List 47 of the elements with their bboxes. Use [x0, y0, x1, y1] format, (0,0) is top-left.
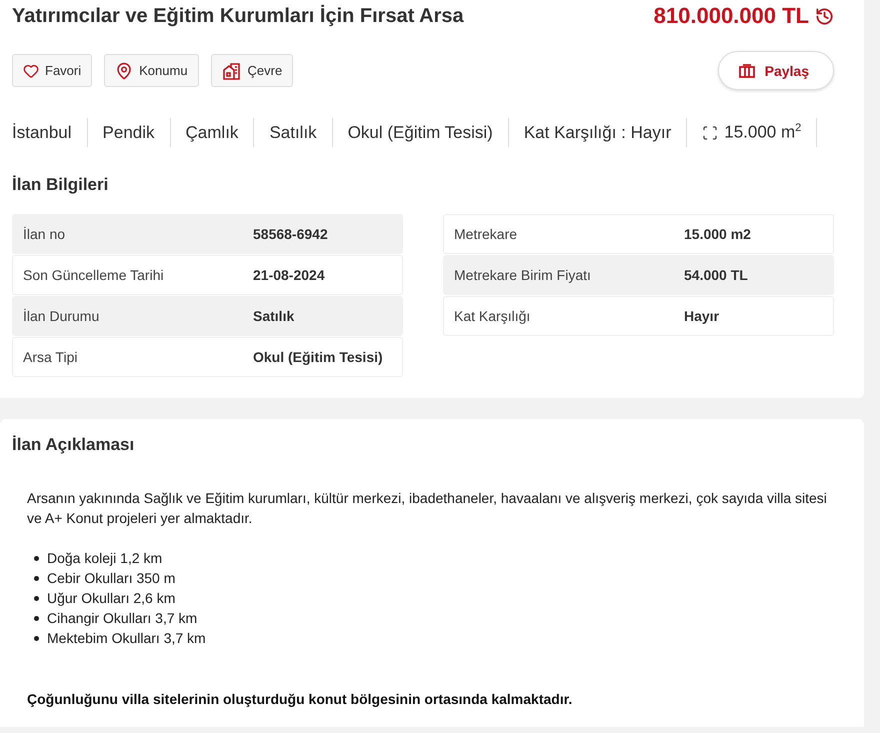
bullet-icon: [34, 616, 39, 620]
field-value: 15.000 m2: [684, 226, 751, 242]
description-text: Arsanın yakınında Sağlık ve Eğitim kurumları, kültür merkezi, ibadethaneler, havaalanı ve alışveriş merkezi, çok sayıda villa sitesi ve A+ Konut projeleri yer almaktadır.: [27, 489, 828, 528]
field-value: 21-08-2024: [253, 267, 325, 283]
buildings-icon: [222, 60, 242, 80]
section-heading: İlan Açıklaması: [12, 435, 136, 455]
tag-text: İstanbul: [12, 122, 72, 142]
expand-icon: [702, 124, 718, 140]
tag-text: Kat Karşılığı : Hayır: [524, 122, 672, 142]
listing-price: 810.000.000 TL: [654, 3, 809, 29]
list-item: Cebir Okulları 350 m: [47, 570, 176, 586]
share-icon: [738, 64, 755, 78]
listing-title: Yatırımcılar ve Eğitim Kurumları İçin Fırsat Arsa: [12, 4, 464, 28]
favorite-button[interactable]: Favori: [12, 54, 92, 87]
bullet-icon: [34, 556, 39, 560]
list-item: Cihangir Okulları 3,7 km: [47, 610, 198, 626]
tag-text: Pendik: [102, 122, 155, 142]
bullet-icon: [34, 596, 39, 600]
field-label: Metrekare: [454, 226, 518, 242]
bullet-icon: [34, 576, 39, 580]
field-label: Metrekare Birim Fiyatı: [454, 267, 592, 283]
note-text: Çoğunluğunu villa sitelerinin oluşturduğu konut bölgesinin ortasında kalmaktadır.: [27, 691, 574, 707]
bullet-icon: [34, 636, 39, 640]
list-item: Mektebim Okulları 3,7 km: [47, 630, 206, 646]
tag-text: Satılık: [269, 122, 317, 142]
history-icon[interactable]: [815, 6, 834, 26]
section-heading: İlan Bilgileri: [12, 175, 110, 195]
field-value: Hayır: [684, 308, 720, 324]
field-value: 54.000 TL: [684, 267, 748, 283]
surroundings-button[interactable]: Çevre: [210, 54, 294, 87]
tag-text: Çamlık: [186, 122, 238, 142]
field-value: Okul (Eğitim Tesisi): [253, 349, 383, 365]
field-label: Son Güncelleme Tarihi: [23, 267, 165, 283]
list-item: Uğur Okulları 2,6 km: [47, 590, 176, 606]
tag-text: 15.000 m$^{2}$: [724, 122, 802, 143]
field-label: Kat Karşılığı: [454, 308, 532, 324]
map-pin-icon: [115, 62, 134, 80]
tag-text: Okul (Eğitim Tesisi): [348, 122, 493, 142]
location-button[interactable]: Konumu: [104, 54, 199, 87]
heart-icon: [23, 62, 39, 78]
list-item: Doğa koleji 1,2 km: [47, 550, 162, 566]
field-label: Arsa Tipi: [23, 349, 78, 365]
share-button[interactable]: Paylaş: [718, 51, 834, 90]
field-label: İlan no: [23, 226, 66, 242]
field-value: 58568-6942: [253, 226, 328, 242]
field-value: Satılık: [253, 308, 294, 324]
field-label: İlan Durumu: [23, 308, 100, 324]
